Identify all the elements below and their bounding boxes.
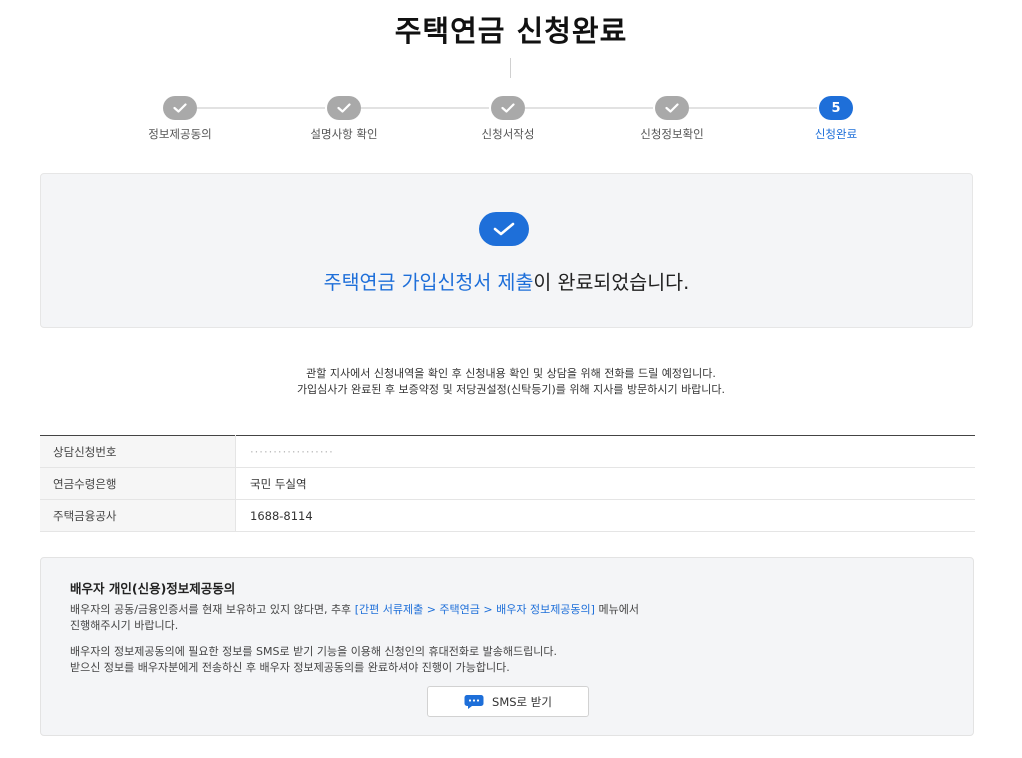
- row-label: 상담신청번호: [40, 435, 236, 468]
- step-complete: 5 신청완료: [766, 96, 906, 142]
- page-title: 주택연금 신청완료: [394, 14, 628, 48]
- notice-line: 가입심사가 완료된 후 보증약정 및 저당권설정(신탁등기)를 위해 지사를 방…: [296, 383, 726, 396]
- step-explanation: 설명사항 확인: [274, 96, 414, 142]
- step-consent: 정보제공동의: [110, 96, 250, 142]
- spouse-consent-panel: 배우자 개인(신용)정보제공동의 배우자의 공동/금융인증서를 현재 보유하고 …: [40, 557, 974, 736]
- progress-stepper: 정보제공동의 설명사항 확인 신청서작성 신청정보확인 5 신청완료: [0, 96, 1022, 146]
- step-check-icon: [655, 96, 689, 120]
- sms-button-label: SMS로 받기: [492, 694, 552, 709]
- table-row: 연금수령은행 국민 두실역: [40, 467, 975, 500]
- p1-text: 메뉴에서: [594, 603, 639, 616]
- step-check-icon: [163, 96, 197, 120]
- step-application-form: 신청서작성: [438, 96, 578, 142]
- title-divider: [510, 58, 511, 78]
- step-check-icon: [491, 96, 525, 120]
- spouse-consent-title: 배우자 개인(신용)정보제공동의: [70, 581, 236, 596]
- spouse-paragraph-1: 배우자의 공동/금융인증서를 현재 보유하고 있지 않다면, 추후 [간편 서류…: [70, 602, 639, 634]
- completion-rest: 이 완료되었습니다.: [533, 271, 690, 294]
- step-label: 신청서작성: [481, 127, 535, 141]
- completion-highlight: 주택연금 가입신청서 제출: [323, 271, 534, 294]
- completion-message: 주택연금 가입신청서 제출이 완료되었습니다.: [41, 266, 972, 295]
- step-confirm: 신청정보확인: [602, 96, 742, 142]
- info-table: 상담신청번호 ·················· 연금수령은행 국민 두실역 …: [40, 435, 975, 532]
- check-circle-icon: [479, 212, 529, 246]
- table-row: 주택금융공사 1688-8114: [40, 499, 975, 532]
- notice-text: 관할 지사에서 신청내역을 확인 후 신청내용 확인 및 상담을 위해 전화를 …: [0, 366, 1022, 398]
- document-submit-path-link[interactable]: [간편 서류제출 > 주택연금 > 배우자 정보제공동의]: [355, 603, 595, 616]
- p2-text: 배우자의 정보제공동의에 필요한 정보를 SMS로 받기 기능을 이용해 신청인…: [70, 645, 557, 658]
- row-label: 주택금융공사: [40, 499, 236, 532]
- p1-text: 진행해주시기 바랍니다.: [70, 619, 179, 632]
- hf-phone: 1688-8114: [250, 508, 313, 523]
- step-check-icon: [327, 96, 361, 120]
- spouse-paragraph-2: 배우자의 정보제공동의에 필요한 정보를 SMS로 받기 기능을 이용해 신청인…: [70, 644, 557, 676]
- table-row: 상담신청번호 ··················: [40, 435, 975, 468]
- completion-panel: 주택연금 가입신청서 제출이 완료되었습니다.: [40, 173, 973, 328]
- p1-text: 배우자의 공동/금융인증서를 현재 보유하고 있지 않다면, 추후: [70, 603, 355, 616]
- row-label: 연금수령은행: [40, 467, 236, 500]
- step-number: 5: [819, 96, 853, 120]
- pension-bank: 국민 두실역: [250, 476, 307, 491]
- notice-line: 관할 지사에서 신청내역을 확인 후 신청내용 확인 및 상담을 위해 전화를 …: [306, 367, 716, 380]
- step-label: 정보제공동의: [148, 127, 212, 141]
- chat-bubble-icon: [464, 694, 484, 709]
- step-label: 신청정보확인: [640, 127, 704, 141]
- step-label: 신청완료: [814, 127, 858, 141]
- consultation-number: ··················: [250, 444, 334, 459]
- p2-text: 받으신 정보를 배우자분에게 전송하신 후 배우자 정보제공동의를 완료하셔야 …: [70, 661, 510, 674]
- sms-receive-button[interactable]: SMS로 받기: [427, 686, 589, 717]
- step-label: 설명사항 확인: [310, 127, 378, 141]
